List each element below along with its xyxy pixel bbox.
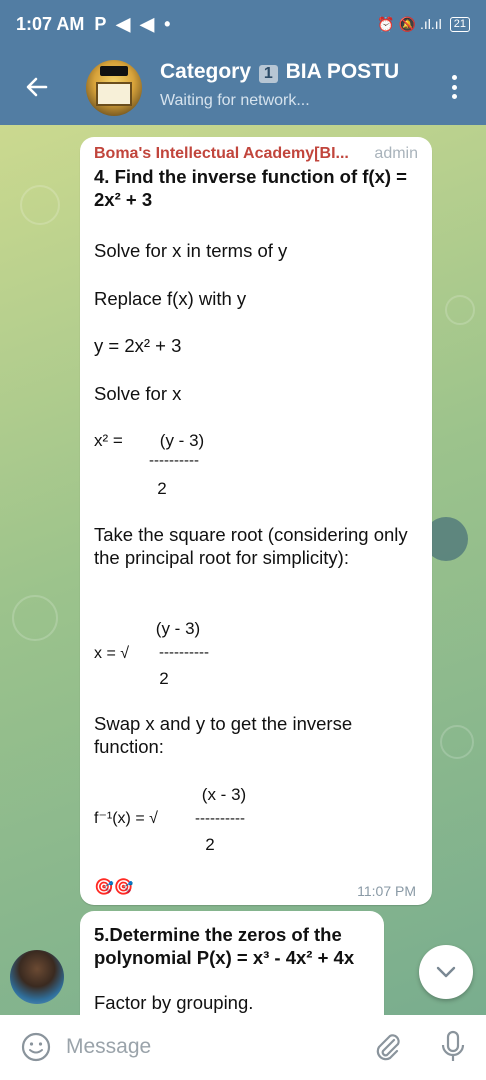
message-line: Take the square root (considering only t… xyxy=(94,524,408,568)
chevron-down-icon xyxy=(436,966,456,978)
chat-area[interactable]: Boma's Intellectual Academy[BI... admin … xyxy=(0,125,486,1015)
sender-role: admin xyxy=(374,145,418,162)
more-vert-icon xyxy=(451,75,457,80)
message-line: Solve for x xyxy=(94,383,182,404)
scroll-down-button[interactable] xyxy=(419,945,473,999)
back-button[interactable] xyxy=(20,70,54,104)
equation-denominator: 2 xyxy=(159,669,169,688)
notification-p-icon: P xyxy=(94,13,107,34)
equation-numerator: (y - 3) xyxy=(155,619,201,638)
message-line: Solve for x in terms of y xyxy=(94,240,288,261)
equation-numerator: (x - 3) xyxy=(201,785,247,804)
message-time: 11:07 PM xyxy=(357,883,416,899)
chat-title-prefix: Category xyxy=(160,60,252,83)
equation-lhs: x = √ xyxy=(94,645,130,662)
microphone-icon xyxy=(441,1030,465,1061)
chat-title[interactable]: Category 1 BIA POSTU xyxy=(160,60,430,84)
wallpaper-doodle xyxy=(20,185,60,225)
equation-lhs: f⁻¹(x) = √ xyxy=(94,810,158,827)
notification-icons: P ◀ ◀ • xyxy=(94,14,170,35)
chat-header: Category 1 BIA POSTU Waiting for network… xyxy=(0,48,486,125)
message-sender: Boma's Intellectual Academy[BI... admin xyxy=(94,145,418,163)
message-line: Replace f(x) with y xyxy=(94,288,247,309)
message-line: y = 2x² + 3 xyxy=(94,335,182,356)
message-bubble[interactable]: Boma's Intellectual Academy[BI... admin … xyxy=(80,137,432,905)
notification-send-icon: ◀ xyxy=(116,13,131,34)
more-options-button[interactable] xyxy=(442,72,466,102)
message-input[interactable] xyxy=(66,1029,356,1065)
reaction-icons[interactable]: 🎯🎯 xyxy=(94,877,134,897)
sender-avatar[interactable] xyxy=(10,950,64,1004)
status-bar: 1:07 AM P ◀ ◀ • ⏰ 🔕 .ıl.ıl 21 xyxy=(0,0,486,48)
equation-lhs: x² = xyxy=(94,431,123,450)
message-line: Swap x and y to get the inverse function… xyxy=(94,713,353,757)
emoji-button[interactable] xyxy=(20,1031,52,1063)
voice-message-button[interactable] xyxy=(438,1029,468,1065)
connection-status: Waiting for network... xyxy=(160,92,310,109)
signal-icons: ⏰ 🔕 .ıl.ıl xyxy=(377,15,442,32)
battery-icon: 21 xyxy=(449,16,470,32)
wallpaper-doodle xyxy=(440,725,474,759)
wallpaper-doodle xyxy=(12,595,58,641)
question-text: 4. Find the inverse function of f(x) = 2… xyxy=(94,166,407,210)
fraction-bar: ---------- xyxy=(149,452,199,469)
equation-denominator: 2 xyxy=(205,835,215,854)
equation-denominator: 2 xyxy=(157,479,167,498)
attach-button[interactable] xyxy=(372,1031,404,1063)
message-line: Factor by grouping. xyxy=(94,992,254,1013)
status-time: 1:07 AM xyxy=(16,13,85,34)
title-badge: 1 xyxy=(258,65,278,83)
fraction-bar: ---------- xyxy=(195,810,245,827)
message-composer xyxy=(0,1015,486,1080)
notification-send-icon: ◀ xyxy=(140,13,155,34)
system-icons: ⏰ 🔕 .ıl.ıl 21 xyxy=(377,16,470,33)
wallpaper-doodle xyxy=(445,295,475,325)
graduation-cap-icon xyxy=(100,66,128,76)
book-icon xyxy=(96,82,132,106)
sender-name[interactable]: Boma's Intellectual Academy[BI... xyxy=(94,145,349,163)
fraction-bar: ---------- xyxy=(159,644,209,661)
chat-title-suffix: BIA POSTU xyxy=(285,60,400,83)
channel-avatar[interactable] xyxy=(86,60,142,116)
emoji-icon xyxy=(21,1032,51,1062)
notification-dot-icon: • xyxy=(164,13,171,34)
message-bubble[interactable]: 5.Determine the zeros of the polynomial … xyxy=(80,911,384,1015)
arrow-left-icon xyxy=(26,77,48,97)
question-text: 5.Determine the zeros of the polynomial … xyxy=(94,924,355,968)
paperclip-icon xyxy=(376,1034,400,1061)
